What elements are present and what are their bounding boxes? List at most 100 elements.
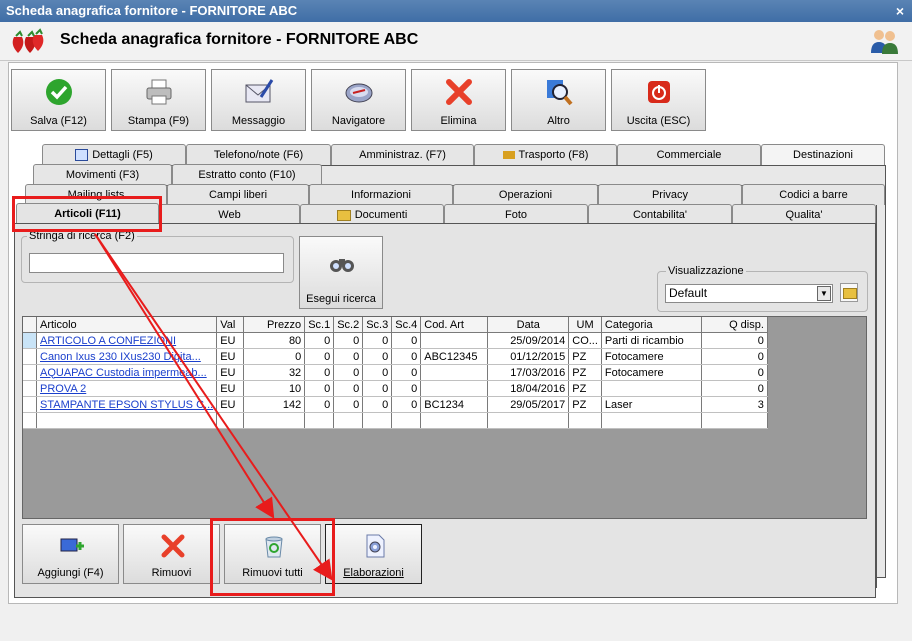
cell-articolo[interactable]: AQUAPAC Custodia impermeab... [36,364,218,381]
cell-categoria: Parti di ricambio [601,332,702,349]
table-row[interactable]: Canon Ixus 230 IXus230 Digita... EU 0 0 … [23,348,768,365]
tab-label: Movimenti (F3) [65,169,140,181]
tab-estratto-conto[interactable]: Estratto conto (F10) [172,164,322,185]
elaborations-button[interactable]: Elaborazioni [325,524,422,584]
tab-telefono-note[interactable]: Telefono/note (F6) [186,144,331,165]
highlight-articoli-tab [12,196,162,232]
col-um[interactable]: UM [568,317,602,333]
printer-icon [146,79,172,105]
col-sc3[interactable]: Sc.3 [362,317,393,333]
col-data[interactable]: Data [487,317,570,333]
tab-privacy[interactable]: Privacy [598,184,742,205]
gear-document-icon [366,534,385,558]
users-icon[interactable] [868,27,900,55]
cell-val: EU [216,396,245,413]
table-row[interactable]: PROVA 2 EU 10 0 0 0 0 18/04/2016 PZ 0 [23,380,768,397]
tab-foto[interactable]: Foto [444,204,588,225]
col-val[interactable]: Val [216,317,245,333]
table-row[interactable]: ARTICOLO A CONFEZIONI EU 80 0 0 0 0 25/0… [23,332,768,349]
search-input[interactable] [29,253,284,273]
search-button[interactable]: Esegui ricerca [299,236,383,309]
search-button-label: Esegui ricerca [306,293,376,305]
remove-label: Rimuovi [151,567,192,579]
elaborations-label: Elaborazioni [343,567,404,579]
tab-label: Operazioni [498,189,553,201]
form-header: Scheda anagrafica fornitore - FORNITORE … [0,22,912,61]
tab-campi-liberi[interactable]: Campi liberi [167,184,309,205]
exit-label: Uscita (ESC) [626,115,691,127]
cell-data: 17/03/2016 [487,364,570,381]
col-prezzo[interactable]: Prezzo [243,317,306,333]
delete-button[interactable]: Elimina [411,69,506,131]
row-indicator[interactable] [23,412,37,429]
tab-web[interactable]: Web [159,204,300,225]
cell-articolo[interactable]: PROVA 2 [36,380,218,397]
close-icon[interactable]: × [896,0,904,22]
articles-grid[interactable]: Articolo Val Prezzo Sc.1 Sc.2 Sc.3 Sc.4 … [22,316,867,519]
cell-sc1: 0 [304,396,335,413]
tab-contabilita[interactable]: Contabilita' [588,204,732,225]
tab-movimenti[interactable]: Movimenti (F3) [33,164,172,185]
tab-label: Foto [504,209,527,221]
cell-sc4: 0 [391,396,422,413]
compass-icon [345,83,373,103]
strawberry-icon [12,28,44,53]
remove-button[interactable]: Rimuovi [123,524,220,584]
col-categoria[interactable]: Categoria [601,317,702,333]
print-button[interactable]: Stampa (F9) [111,69,206,131]
row-indicator[interactable] [23,348,37,365]
cell-prezzo: 10 [243,380,306,397]
navigator-button[interactable]: Navigatore [311,69,406,131]
tab-dettagli[interactable]: Dettagli (F5) [42,144,186,165]
tab-label: Informazioni [351,189,411,201]
col-cod-art[interactable]: Cod. Art [420,317,489,333]
window-title: Scheda anagrafica fornitore - FORNITORE … [6,3,298,18]
table-row-empty[interactable] [23,412,768,429]
tab-trasporto[interactable]: Trasporto (F8) [474,144,617,165]
cell-sc1: 0 [304,364,335,381]
col-sc1[interactable]: Sc.1 [304,317,335,333]
cell-data: 01/12/2015 [487,348,570,365]
tab-codici-a-barre[interactable]: Codici a barre [742,184,885,205]
message-label: Messaggio [231,115,286,127]
row-indicator[interactable] [23,396,37,413]
save-button[interactable]: Salva (F12) [11,69,106,131]
tab-documenti[interactable]: Documenti [300,204,444,225]
cell-um: PZ [568,380,602,397]
cell-prezzo: 142 [243,396,306,413]
add-button[interactable]: Aggiungi (F4) [22,524,119,584]
cell-articolo[interactable]: Canon Ixus 230 IXus230 Digita... [36,348,218,365]
col-sc4[interactable]: Sc.4 [391,317,422,333]
table-row[interactable]: AQUAPAC Custodia impermeab... EU 32 0 0 … [23,364,768,381]
view-select[interactable]: Default ▼ [665,284,833,303]
tab-commerciale[interactable]: Commerciale [617,144,761,165]
table-row[interactable]: STAMPANTE EPSON STYLUS C... EU 142 0 0 0… [23,396,768,413]
row-indicator[interactable] [23,364,37,381]
tab-label: Amministraz. (F7) [359,149,446,161]
envelope-icon [245,79,274,103]
exit-button[interactable]: Uscita (ESC) [611,69,706,131]
window-titlebar: Scheda anagrafica fornitore - FORNITORE … [0,0,912,22]
tab-operazioni[interactable]: Operazioni [453,184,598,205]
print-label: Stampa (F9) [127,115,190,127]
cell-articolo[interactable]: STAMPANTE EPSON STYLUS C... [36,396,218,413]
chevron-down-icon[interactable]: ▼ [817,286,831,301]
tab-informazioni[interactable]: Informazioni [309,184,453,205]
cell-sc2: 0 [333,364,364,381]
cell-sc2: 0 [333,396,364,413]
message-button[interactable]: Messaggio [211,69,306,131]
row-indicator[interactable] [23,380,37,397]
folder-icon[interactable] [840,283,858,302]
tab-qualita[interactable]: Qualita' [732,204,876,225]
check-icon [46,79,72,105]
col-q-disp[interactable]: Q disp. [701,317,768,333]
cell-sc4: 0 [391,332,422,349]
tab-label: Qualita' [785,209,823,221]
col-sc2[interactable]: Sc.2 [333,317,364,333]
cell-articolo[interactable]: ARTICOLO A CONFEZIONI [36,332,218,349]
row-indicator[interactable] [23,332,37,349]
other-button[interactable]: Altro [511,69,606,131]
col-articolo[interactable]: Articolo [36,317,218,333]
tab-destinazioni[interactable]: Destinazioni [761,144,885,165]
tab-amministrazione[interactable]: Amministraz. (F7) [331,144,474,165]
